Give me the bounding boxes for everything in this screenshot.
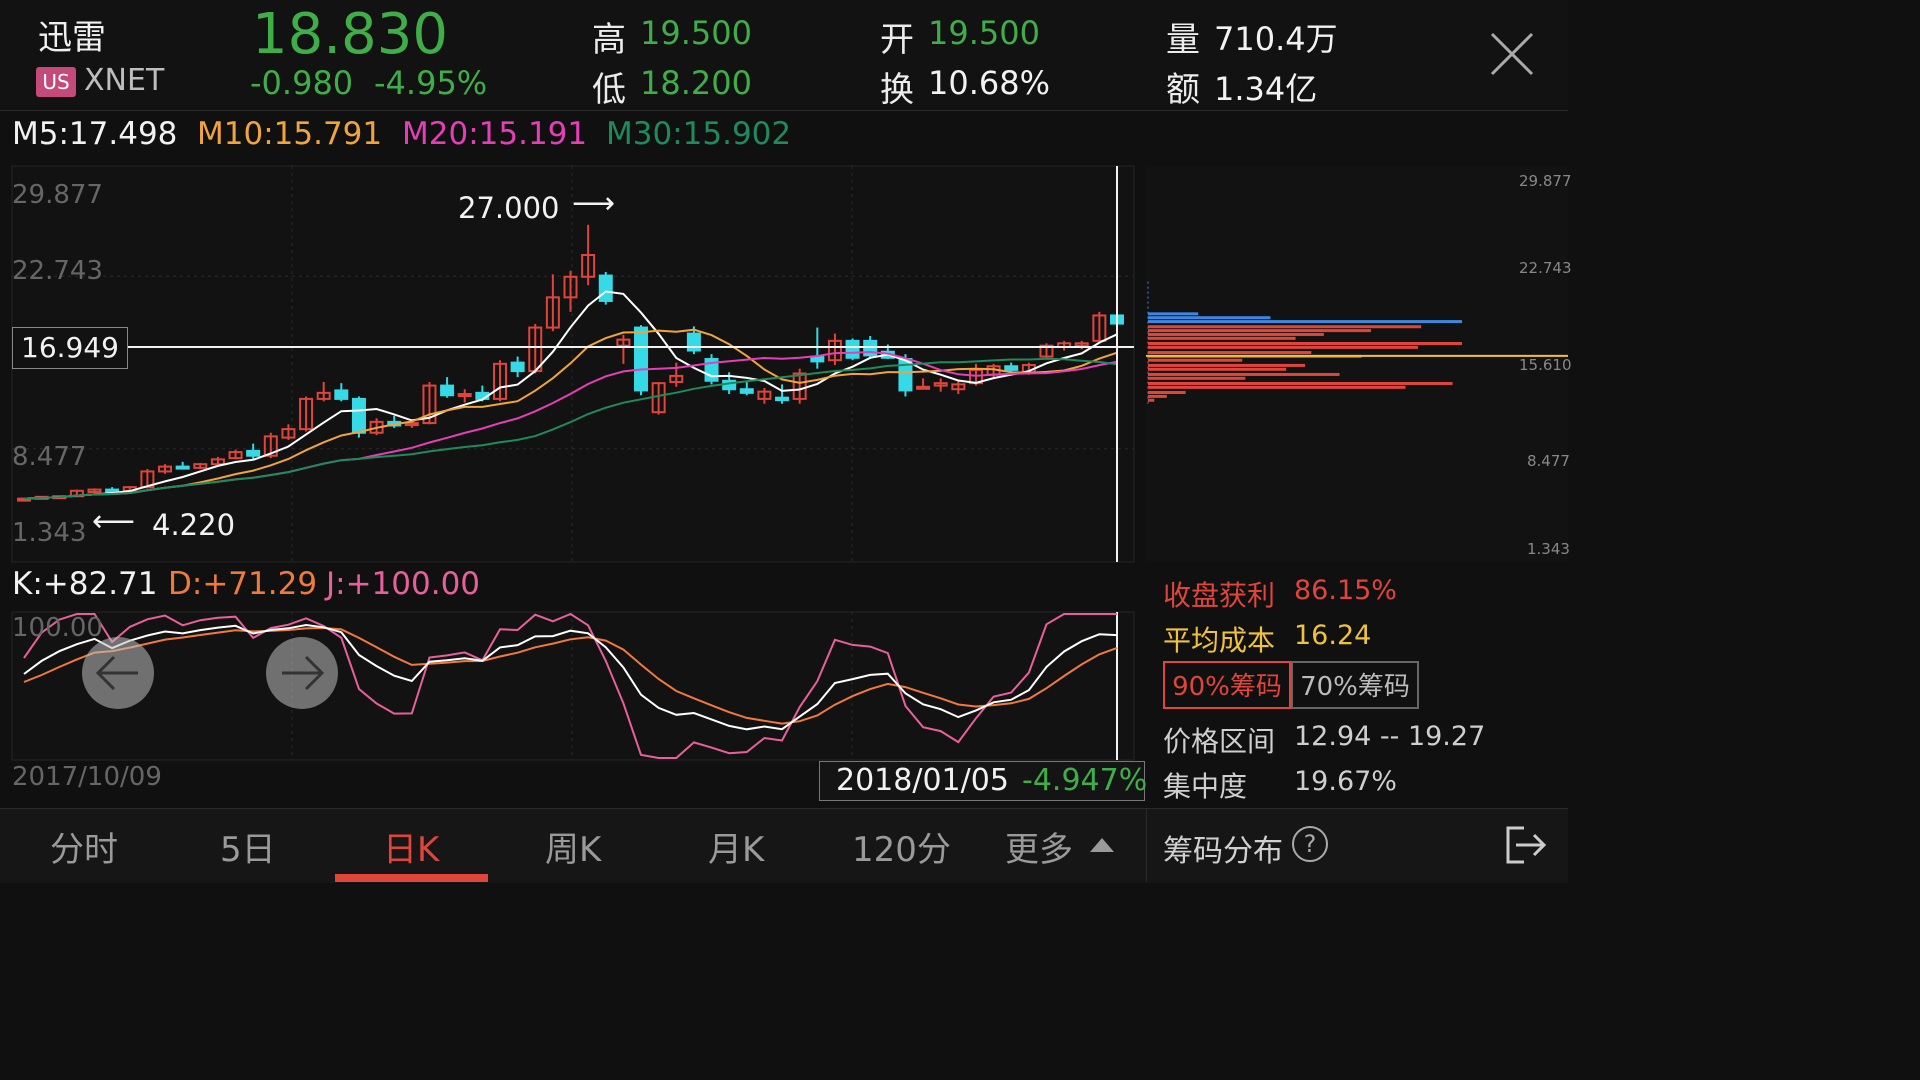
chip-bar — [1148, 372, 1340, 376]
chip-y-tick: 1.343 — [1527, 540, 1570, 558]
y-tick-label: 29.877 — [12, 180, 103, 210]
chip-bar — [1148, 376, 1246, 380]
kdj-d-value: D:+71.29 — [168, 566, 318, 602]
help-icon[interactable]: ? — [1292, 826, 1328, 862]
chip-bar — [1148, 312, 1199, 316]
chip-bar — [1148, 325, 1422, 329]
chip-bar — [1148, 394, 1167, 398]
candle — [598, 274, 613, 302]
candle — [351, 397, 366, 434]
price-range-value: 12.94 -- 19.27 — [1294, 721, 1486, 752]
right-arrow-icon: ⟶ — [572, 186, 616, 221]
chip-distribution-label: 筹码分布 — [1163, 834, 1283, 869]
active-tab-indicator — [335, 874, 488, 882]
chip-bar — [1148, 367, 1287, 371]
candle — [845, 339, 860, 359]
arrow-left-icon — [95, 655, 138, 691]
chip-bar — [1148, 391, 1186, 395]
scroll-left-button[interactable] — [82, 637, 154, 709]
tab-daily-k[interactable]: 日K — [383, 822, 439, 871]
avg-cost-label: 平均成本 — [1163, 624, 1276, 657]
chip-bar — [1148, 345, 1419, 349]
chip-bar — [1148, 351, 1312, 355]
profit-label: 收盘获利 — [1163, 579, 1276, 612]
cursor-change: -4.947% — [1022, 763, 1148, 798]
volume-label: 量 — [1166, 20, 1200, 60]
candle — [634, 326, 649, 392]
left-arrow-icon: ⟵ — [92, 504, 136, 539]
tab-weekly-k[interactable]: 周K — [545, 822, 601, 871]
chip-bar — [1148, 332, 1324, 336]
cursor-date: 2018/01/05 — [836, 763, 1009, 798]
price-range-label: 价格区间 — [1163, 725, 1276, 758]
profit-value: 86.15% — [1294, 575, 1397, 606]
scroll-right-button[interactable] — [266, 637, 338, 709]
candle — [334, 389, 349, 400]
chip-90-button[interactable]: 90%筹码 — [1163, 661, 1291, 709]
tab-monthly-k[interactable]: 月K — [708, 822, 764, 871]
max-price-annotation: 27.000 — [458, 191, 560, 225]
kline-chart[interactable] — [0, 0, 1145, 808]
kline-panel — [11, 165, 1135, 563]
cursor-date-box: 2018/01/05 -4.947% — [819, 761, 1148, 801]
amount-value: 1.34亿 — [1214, 70, 1318, 108]
candle — [246, 449, 261, 457]
kdj-panel — [11, 611, 1135, 761]
chip-bar — [1148, 398, 1155, 402]
chip-y-tick: 8.477 — [1527, 452, 1570, 470]
candle — [739, 388, 754, 394]
chip-distribution-chart — [1146, 166, 1568, 562]
y-tick-label: 1.343 — [12, 518, 87, 548]
chip-bar — [1148, 358, 1243, 362]
y-tick-label: 8.477 — [12, 442, 87, 472]
chip-bar — [1148, 363, 1305, 367]
chip-bar — [1148, 341, 1462, 345]
kdj-k-value: K:+82.71 — [12, 566, 158, 602]
avg-cost-value: 16.24 — [1294, 620, 1372, 651]
chip-bar — [1148, 329, 1371, 333]
chip-y-tick: 22.743 — [1519, 259, 1572, 277]
arrow-right-icon — [282, 655, 325, 691]
candle — [440, 384, 455, 397]
candle — [457, 393, 472, 398]
tab-120min[interactable]: 120分 — [852, 822, 951, 871]
tab-divider — [1146, 808, 1147, 882]
close-icon — [1490, 32, 1534, 76]
concentration-label: 集中度 — [1163, 770, 1248, 803]
chip-bar — [1148, 381, 1453, 385]
kdj-j-value: J:+100.00 — [326, 566, 481, 602]
candle — [175, 465, 190, 470]
crosshair-price-label: 16.949 — [12, 327, 128, 369]
chip-bar — [1148, 336, 1296, 340]
candle — [916, 385, 931, 390]
caret-up-icon — [1090, 838, 1114, 852]
chip-y-tick: 15.610 — [1519, 356, 1572, 374]
y-tick-label: 22.743 — [12, 256, 103, 286]
min-price-annotation: 4.220 — [152, 508, 236, 542]
chip-bar — [1148, 385, 1406, 389]
concentration-value: 19.67% — [1294, 766, 1397, 797]
chip-bar — [1148, 320, 1462, 324]
candle — [510, 361, 525, 373]
tab-5day[interactable]: 5日 — [220, 822, 276, 871]
chip-y-tick: 29.877 — [1519, 172, 1572, 190]
candle — [775, 396, 790, 402]
candle — [404, 422, 419, 427]
chip-70-button[interactable]: 70%筹码 — [1291, 661, 1419, 709]
chip-bar — [1148, 316, 1271, 320]
tab-intraday[interactable]: 分时 — [50, 822, 118, 871]
tab-more[interactable]: 更多 — [1005, 822, 1073, 871]
exit-icon[interactable] — [1502, 824, 1548, 866]
close-button[interactable] — [1490, 32, 1534, 76]
amount-label: 额 — [1166, 70, 1200, 110]
candle — [1004, 365, 1019, 371]
start-date-label: 2017/10/09 — [12, 762, 162, 792]
volume-value: 710.4万 — [1214, 20, 1338, 58]
